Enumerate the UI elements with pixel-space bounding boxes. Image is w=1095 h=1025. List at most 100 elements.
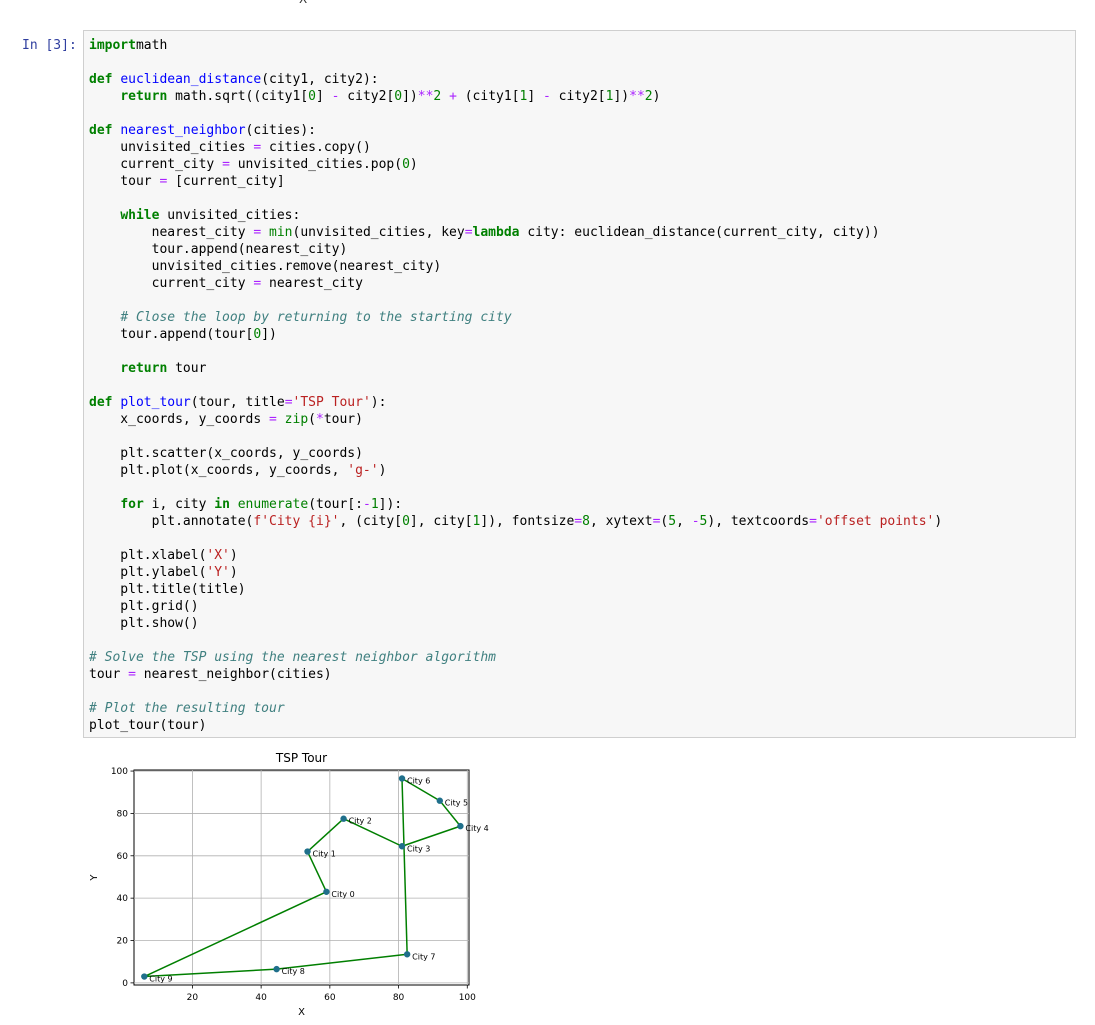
code-token: - bbox=[543, 89, 551, 104]
code-editor[interactable]: importmath def euclidean_distance(city1,… bbox=[83, 30, 1076, 738]
code-token: = bbox=[269, 412, 277, 427]
cell-prompt: In [3]: bbox=[22, 38, 77, 53]
code-token: ]), fontsize bbox=[480, 514, 575, 529]
code-token: 2 bbox=[644, 89, 653, 104]
x-tick-label: 40 bbox=[255, 993, 267, 1003]
code-token: def bbox=[89, 395, 113, 410]
code-token: tour.append(nearest_city) bbox=[89, 242, 348, 257]
code-token: 0 bbox=[308, 89, 316, 104]
code-token: city2[ bbox=[339, 89, 395, 104]
code-line: # Plot the resulting tour bbox=[89, 701, 285, 716]
code-line: x_coords, y_coords = zip(*tour) bbox=[89, 412, 363, 427]
code-token: 8 bbox=[582, 514, 590, 529]
code-token: city2[ bbox=[550, 89, 606, 104]
code-token: ): bbox=[370, 395, 387, 410]
code-token: (unvisited_cities, key bbox=[292, 225, 465, 240]
code-line: return math.sqrt((city1[0] - city2[0])**… bbox=[89, 89, 660, 104]
code-line: # Solve the TSP using the nearest neighb… bbox=[89, 650, 496, 665]
code-token: nearest_neighbor(cities) bbox=[135, 667, 332, 682]
code-token: plt.annotate( bbox=[89, 514, 254, 529]
code-content: importmath def euclidean_distance(city1,… bbox=[84, 31, 1075, 734]
code-token: = bbox=[809, 514, 817, 529]
city-marker bbox=[323, 888, 330, 895]
code-line: plt.xlabel('X') bbox=[89, 548, 237, 563]
code-token: plot_tour(tour) bbox=[89, 718, 207, 733]
code-token: import bbox=[89, 38, 136, 53]
code-token: - bbox=[691, 514, 700, 529]
code-token: = bbox=[574, 514, 583, 529]
code-line: plt.annotate(f'City {i}', (city[0], city… bbox=[89, 514, 943, 529]
code-token: ( bbox=[308, 412, 316, 427]
code-token: 0 bbox=[402, 514, 410, 529]
city-label: City 2 bbox=[349, 817, 372, 826]
code-line: return tour bbox=[89, 361, 206, 376]
y-tick-label: 0 bbox=[122, 979, 128, 989]
city-marker bbox=[273, 965, 280, 973]
code-token: = bbox=[222, 157, 230, 172]
code-token: ]) bbox=[402, 89, 418, 104]
code-line: def plot_tour(tour, title='TSP Tour'): bbox=[89, 395, 386, 410]
code-token: ** bbox=[417, 89, 434, 104]
city-marker bbox=[403, 951, 411, 958]
code-token: # Plot the resulting tour bbox=[89, 701, 285, 716]
y-tick-label: 20 bbox=[117, 937, 129, 947]
x-tick-label: 60 bbox=[324, 993, 336, 1003]
code-token: plt.grid() bbox=[89, 599, 199, 614]
code-token: - bbox=[362, 497, 371, 512]
code-token: in bbox=[214, 497, 230, 512]
city-label: City 5 bbox=[445, 799, 468, 808]
code-token: current_city bbox=[89, 276, 254, 291]
code-line: plt.title(title) bbox=[89, 582, 245, 597]
code-token: unvisited_cities: bbox=[159, 208, 301, 223]
code-line: tour.append(nearest_city) bbox=[89, 242, 348, 257]
city-label: City 0 bbox=[331, 890, 354, 899]
code-token: 'g-' bbox=[347, 463, 379, 478]
code-token: math.sqrt((city1[ bbox=[167, 89, 309, 104]
code-line: plt.show() bbox=[89, 616, 199, 631]
code-token: math bbox=[135, 38, 168, 53]
code-token: unvisited_cities.remove(nearest_city) bbox=[89, 259, 442, 274]
code-token: , xytext bbox=[589, 514, 653, 529]
y-tick-label: 40 bbox=[117, 894, 129, 904]
code-token: zip bbox=[284, 412, 309, 427]
code-token: plt.show() bbox=[89, 616, 199, 631]
code-token: plt.scatter(x_coords, y_coords) bbox=[89, 446, 363, 461]
code-token: nearest_city bbox=[89, 225, 254, 240]
y-axis-label: Y bbox=[89, 874, 100, 882]
code-token: ) bbox=[652, 89, 661, 104]
code-token: tour bbox=[89, 667, 129, 682]
code-token: ]) bbox=[613, 89, 630, 104]
code-line: importmath bbox=[89, 38, 167, 53]
code-line: # Close the loop by returning to the sta… bbox=[89, 310, 511, 325]
code-line: for i, city in enumerate(tour[:-1]): bbox=[89, 497, 402, 512]
code-line: tour = nearest_neighbor(cities) bbox=[89, 667, 332, 682]
code-token: def bbox=[89, 72, 113, 87]
code-token: ), textcoords bbox=[707, 514, 810, 529]
code-line: tour.append(tour[0]) bbox=[89, 327, 277, 342]
code-token: ], city[ bbox=[409, 514, 473, 529]
code-line: unvisited_cities = cities.copy() bbox=[89, 140, 370, 155]
city-label: City 7 bbox=[412, 952, 435, 961]
code-token: ) bbox=[409, 157, 418, 172]
city-label: City 8 bbox=[282, 967, 305, 976]
code-line: plt.ylabel('Y') bbox=[89, 565, 237, 580]
code-token: = bbox=[284, 395, 293, 410]
code-token: ]) bbox=[261, 327, 277, 342]
x-tick-label: 20 bbox=[187, 993, 199, 1003]
city-marker bbox=[141, 973, 148, 980]
code-line: tour = [current_city] bbox=[89, 174, 284, 189]
code-token: * bbox=[315, 412, 324, 427]
code-token: # Solve the TSP using the nearest neighb… bbox=[89, 650, 496, 665]
code-token: ]): bbox=[378, 497, 403, 512]
code-token: def bbox=[89, 123, 113, 138]
code-token: min bbox=[269, 225, 293, 240]
code-token: ) bbox=[378, 463, 387, 478]
city-label: City 6 bbox=[407, 776, 430, 785]
code-token: (cities): bbox=[245, 123, 316, 138]
city-marker bbox=[398, 775, 406, 782]
city-marker bbox=[457, 822, 464, 830]
